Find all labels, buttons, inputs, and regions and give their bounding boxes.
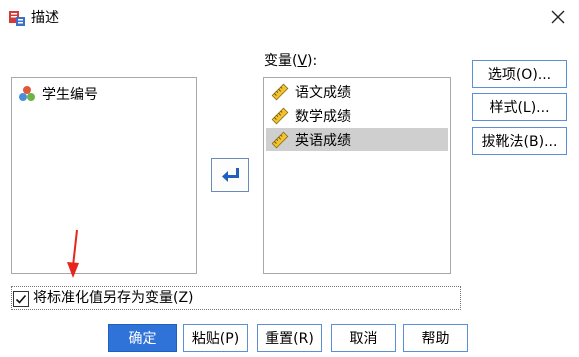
paste-button[interactable]: 粘贴(P) — [183, 324, 248, 352]
list-item-label: 学生编号 — [42, 87, 98, 103]
close-icon — [551, 10, 565, 24]
options-button[interactable]: 选项(O)... — [472, 60, 567, 88]
save-standardized-label[interactable]: 将标准化值另存为变量(Z) — [33, 289, 194, 307]
scale-ruler-icon — [271, 107, 289, 124]
move-variable-button[interactable] — [211, 158, 249, 192]
checkmark-icon — [15, 294, 27, 304]
scale-ruler-icon — [271, 131, 289, 148]
target-variable-list[interactable]: 语文成绩 数学成绩 英语成绩 — [263, 77, 451, 274]
source-variable-list[interactable]: 学生编号 — [11, 77, 197, 274]
style-button[interactable]: 样式(L)... — [472, 93, 567, 121]
help-button[interactable]: 帮助 — [403, 324, 468, 352]
scale-ruler-icon — [271, 83, 289, 100]
list-item-label: 语文成绩 — [295, 84, 351, 101]
bootstrap-button[interactable]: 拔靴法(B)... — [472, 127, 567, 155]
list-item[interactable]: 语文成绩 — [266, 80, 448, 103]
nominal-variable-icon — [19, 86, 35, 101]
list-item-selected[interactable]: 英语成绩 — [266, 128, 448, 151]
annotation-arrow-icon — [64, 228, 84, 280]
ok-button[interactable]: 确定 — [108, 324, 177, 352]
variables-label: 变量(V): — [264, 53, 318, 69]
save-standardized-checkbox[interactable] — [13, 291, 29, 307]
list-item[interactable]: 数学成绩 — [266, 104, 448, 127]
list-item-label: 英语成绩 — [295, 132, 351, 149]
close-button[interactable] — [543, 4, 573, 30]
reset-button[interactable]: 重置(R) — [257, 324, 322, 352]
list-item[interactable]: 学生编号 — [18, 84, 98, 104]
cancel-button[interactable]: 取消 — [331, 324, 396, 352]
window-title: 描述 — [31, 10, 59, 26]
arrow-left-icon — [222, 168, 239, 182]
app-icon — [8, 9, 26, 27]
list-item-label: 数学成绩 — [295, 108, 351, 125]
